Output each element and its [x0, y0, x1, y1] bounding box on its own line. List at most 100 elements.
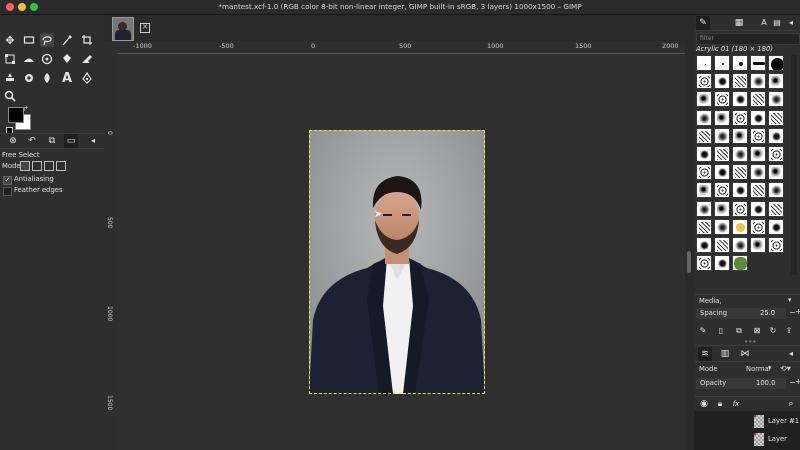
dodge-tool-icon[interactable]: [40, 71, 54, 85]
foreground-color-swatch[interactable]: [8, 107, 24, 123]
brush-swatch[interactable]: [696, 73, 712, 90]
horizontal-ruler[interactable]: -1000 -500 0 500 1000 1500 2000: [117, 41, 685, 54]
brush-swatch[interactable]: [750, 237, 766, 253]
brush-swatch[interactable]: [696, 127, 712, 144]
brush-swatch[interactable]: [696, 255, 712, 272]
brush-swatch[interactable]: [732, 255, 748, 272]
layer-mode-select[interactable]: Normal: [746, 365, 771, 373]
brush-swatch[interactable]: [768, 55, 784, 71]
brush-swatch[interactable]: [768, 200, 784, 217]
brush-swatch[interactable]: [732, 109, 748, 126]
search-layers-icon[interactable]: ⌕: [784, 397, 798, 411]
zoom-tool-icon[interactable]: [3, 89, 17, 103]
path-tool-icon[interactable]: [80, 71, 94, 85]
smudge-tool-icon[interactable]: [22, 71, 36, 85]
ruler-corner-button[interactable]: [104, 41, 117, 53]
brush-swatch[interactable]: [750, 200, 766, 217]
new-brush-icon[interactable]: ▯: [714, 324, 728, 338]
cage-tool-icon[interactable]: [40, 52, 54, 66]
brush-swatch[interactable]: [714, 55, 730, 71]
patterns-tab-icon[interactable]: ▦: [732, 16, 746, 30]
opacity-increase-button[interactable]: +: [795, 377, 800, 386]
preset-dropdown-icon[interactable]: ▾: [788, 296, 791, 304]
fonts-tab-icon[interactable]: A: [757, 16, 771, 30]
mode-switch-icon[interactable]: ⟲▾: [780, 364, 791, 373]
lock-icon[interactable]: 🔒︎: [713, 397, 727, 411]
brush-swatch[interactable]: [768, 218, 784, 235]
brush-swatch[interactable]: [714, 73, 730, 90]
scrollbar-thumb[interactable]: [687, 251, 691, 273]
list-item[interactable]: Layer #1: [694, 413, 800, 429]
brush-swatch[interactable]: [696, 182, 712, 199]
gradients-tab-icon[interactable]: ▤: [770, 16, 784, 30]
rect-select-tool-icon[interactable]: [22, 33, 36, 47]
brush-swatch[interactable]: [750, 164, 766, 181]
visibility-eye-icon[interactable]: ◉: [697, 397, 711, 411]
brush-swatch[interactable]: [696, 55, 712, 71]
mode-dropdown-icon[interactable]: ▾: [768, 364, 771, 372]
brush-swatch[interactable]: [750, 127, 766, 144]
brush-swatch[interactable]: [696, 218, 712, 235]
brush-swatch[interactable]: [732, 127, 748, 144]
brush-swatch[interactable]: [714, 237, 730, 253]
brush-swatch[interactable]: [750, 55, 766, 71]
duplicate-brush-icon[interactable]: ⧉: [732, 324, 746, 338]
brush-swatch[interactable]: [732, 200, 748, 217]
brush-swatch[interactable]: [750, 218, 766, 235]
fx-icon[interactable]: fx: [729, 397, 743, 411]
brush-swatch[interactable]: [732, 73, 748, 90]
clone-tool-icon[interactable]: [3, 71, 17, 85]
brush-swatch[interactable]: [696, 91, 712, 108]
mode-add-button[interactable]: [32, 161, 42, 171]
bucket-fill-tool-icon[interactable]: [60, 52, 74, 66]
brush-swatch[interactable]: [732, 146, 748, 162]
brush-swatch[interactable]: [696, 200, 712, 217]
brush-swatch[interactable]: [732, 55, 748, 71]
images-tab-icon[interactable]: ⧉: [45, 134, 59, 148]
brush-swatch[interactable]: [750, 109, 766, 126]
brush-swatch[interactable]: [714, 200, 730, 217]
brush-swatch[interactable]: [768, 237, 784, 253]
move-tool-icon[interactable]: ✥: [3, 33, 17, 47]
brush-swatch[interactable]: [714, 255, 730, 272]
paths-tab-icon[interactable]: ⋈: [738, 347, 752, 361]
opacity-slider[interactable]: Opacity 100.0: [696, 378, 786, 389]
brush-swatch[interactable]: [732, 237, 748, 253]
brush-swatch[interactable]: [714, 218, 730, 235]
device-status-tab-icon[interactable]: ▭: [64, 134, 78, 148]
mode-replace-button[interactable]: [20, 161, 30, 171]
brush-swatch[interactable]: [696, 164, 712, 181]
brush-swatch[interactable]: [696, 109, 712, 126]
eraser-tool-icon[interactable]: [80, 52, 94, 66]
refresh-brushes-icon[interactable]: ↻: [766, 324, 780, 338]
spacing-increase-button[interactable]: +: [795, 307, 800, 316]
brushes-tab-icon[interactable]: ✎: [696, 16, 710, 30]
brush-swatch[interactable]: [768, 182, 784, 199]
antialiasing-checkbox[interactable]: ✓: [3, 176, 12, 185]
configure-dock-icon[interactable]: ◂: [784, 16, 798, 30]
brush-grid-scrollbar[interactable]: [791, 55, 797, 275]
brush-swatch[interactable]: [714, 146, 730, 162]
delete-brush-icon[interactable]: ⊠: [750, 324, 764, 338]
mode-intersect-button[interactable]: [56, 161, 66, 171]
brush-swatch[interactable]: [768, 146, 784, 162]
close-image-tab-icon[interactable]: ✕: [140, 23, 150, 33]
brush-swatch[interactable]: [732, 182, 748, 199]
transform-tool-icon[interactable]: [3, 52, 17, 66]
brush-swatch[interactable]: [696, 237, 712, 253]
brush-swatch[interactable]: [714, 91, 730, 108]
text-tool-icon[interactable]: A: [60, 71, 74, 85]
brush-swatch[interactable]: [732, 164, 748, 181]
brush-swatch[interactable]: [768, 73, 784, 90]
undo-history-tab-icon[interactable]: ↶: [25, 134, 39, 148]
brush-swatch[interactable]: [714, 164, 730, 181]
brush-swatch[interactable]: [750, 91, 766, 108]
channels-tab-icon[interactable]: ▥: [718, 347, 732, 361]
list-item[interactable]: Layer: [694, 431, 800, 447]
brush-swatch[interactable]: [768, 91, 784, 108]
crop-tool-icon[interactable]: [80, 33, 94, 47]
feather-edges-checkbox[interactable]: [3, 187, 12, 196]
brush-swatch[interactable]: [750, 182, 766, 199]
image-thumbnail-tab[interactable]: [112, 17, 134, 41]
brush-swatch[interactable]: [750, 146, 766, 162]
